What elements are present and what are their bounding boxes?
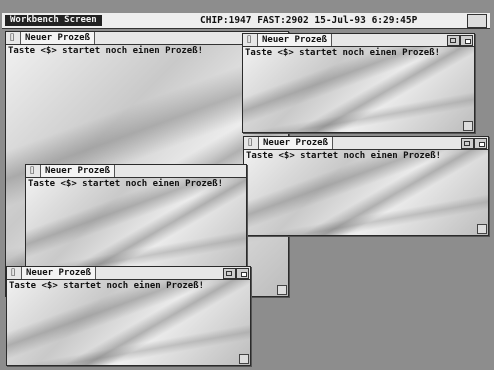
window-body: Taste <$> startet noch einen Prozeß! (7, 280, 250, 365)
window-message: Taste <$> startet noch einen Prozeß! (245, 48, 441, 58)
resize-gadget-icon[interactable] (277, 285, 287, 295)
window-body: Taste <$> startet noch einen Prozeß! (26, 178, 246, 273)
close-gadget-icon[interactable]: ⌷ (245, 35, 253, 44)
depth-gadget-icon[interactable] (460, 35, 473, 46)
resize-gadget-icon[interactable] (463, 121, 473, 131)
window-body: Taste <$> startet noch einen Prozeß! (244, 150, 488, 235)
window-title-bar[interactable]: ⌷ Neuer Prozeß (243, 34, 474, 47)
process-window-3[interactable]: ⌷ Neuer Prozeß Taste <$> startet noch ei… (243, 136, 489, 236)
screen-depth-gadget-icon[interactable] (467, 14, 487, 28)
window-message: Taste <$> startet noch einen Prozeß! (9, 281, 205, 291)
window-message: Taste <$> startet noch einen Prozeß! (28, 179, 224, 189)
window-title: Neuer Prozeß (21, 267, 97, 279)
window-title-bar[interactable]: ⌷ Neuer Prozeß (7, 267, 250, 280)
process-window-2[interactable]: ⌷ Neuer Prozeß Taste <$> startet noch ei… (242, 33, 475, 133)
window-title: Neuer Prozeß (40, 165, 116, 177)
depth-gadget-icon[interactable] (236, 268, 249, 279)
screen-name: Workbench Screen (5, 15, 102, 26)
zoom-gadget-icon[interactable] (223, 268, 236, 279)
zoom-gadget-icon[interactable] (447, 35, 460, 46)
window-title-bar[interactable]: ⌷ Neuer Prozeß (26, 165, 246, 178)
resize-gadget-icon[interactable] (239, 354, 249, 364)
close-gadget-icon[interactable]: ⌷ (28, 166, 36, 175)
zoom-gadget-icon[interactable] (461, 138, 474, 149)
window-body: Taste <$> startet noch einen Prozeß! (243, 47, 474, 132)
window-title: Neuer Prozeß (258, 137, 334, 149)
window-message: Taste <$> startet noch einen Prozeß! (8, 46, 204, 56)
depth-gadget-icon[interactable] (474, 138, 487, 149)
window-message: Taste <$> startet noch einen Prozeß! (246, 151, 442, 161)
screen-title-bar[interactable]: Workbench Screen CHIP:1947 FAST:2902 15-… (2, 13, 490, 29)
close-gadget-icon[interactable]: ⌷ (246, 138, 254, 147)
process-window-5[interactable]: ⌷ Neuer Prozeß Taste <$> startet noch ei… (6, 266, 251, 366)
window-title: Neuer Prozeß (257, 34, 333, 46)
window-title: Neuer Prozeß (20, 32, 96, 44)
close-gadget-icon[interactable]: ⌷ (9, 268, 17, 277)
resize-gadget-icon[interactable] (477, 224, 487, 234)
close-gadget-icon[interactable]: ⌷ (8, 33, 16, 42)
process-window-4[interactable]: ⌷ Neuer Prozeß Taste <$> startet noch ei… (25, 164, 247, 274)
memory-clock-status: CHIP:1947 FAST:2902 15-Jul-93 6:29:45P (200, 15, 418, 26)
window-title-bar[interactable]: ⌷ Neuer Prozeß (244, 137, 488, 150)
